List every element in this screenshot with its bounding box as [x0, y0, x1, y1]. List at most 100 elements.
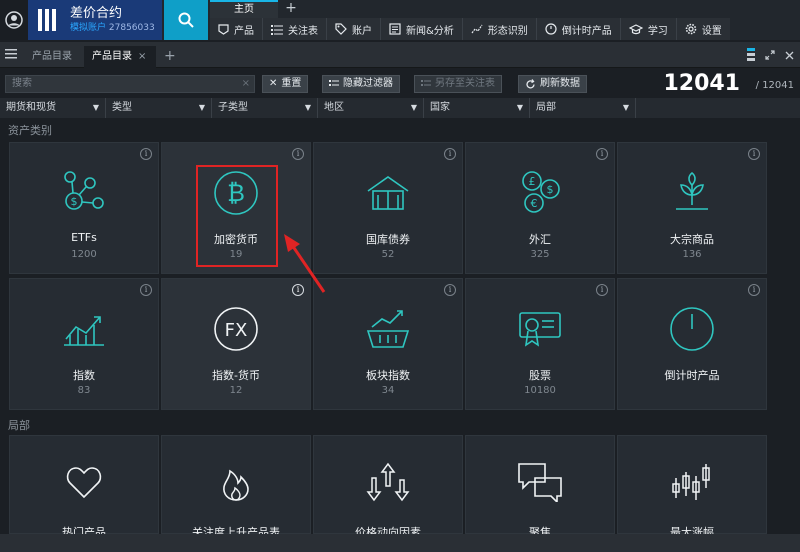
filter-list-icon: [329, 80, 339, 86]
reset-button[interactable]: ✕ 重置: [262, 75, 309, 93]
info-icon[interactable]: i: [292, 148, 304, 160]
app-title: 差价合约: [70, 6, 123, 21]
filter-subtype[interactable]: 子类型 ▼: [212, 98, 318, 118]
filter-country[interactable]: 国家 ▼: [424, 98, 530, 118]
info-icon[interactable]: i: [140, 148, 152, 160]
app-logo: 差价合约 模拟账户 27856033: [28, 0, 162, 40]
add-document-tab-button[interactable]: +: [164, 46, 176, 66]
document-tab-strip: 产品目录 产品目录 × +: [0, 42, 800, 68]
filter-bar: 搜索 × ✕ 重置 隐藏过滤器 另存至关注表 刷新数据 12041 / 12041: [0, 70, 800, 98]
card-sector-indices[interactable]: i 板块指数 34: [313, 278, 463, 410]
account-info: 模拟账户 27856033: [70, 23, 155, 33]
info-icon[interactable]: i: [596, 148, 608, 160]
info-icon[interactable]: i: [596, 284, 608, 296]
svg-text:€: €: [531, 197, 538, 210]
main-nav: 产品 关注表 账户 新闻&分析 形态识别 倒计时产品 学习 设置: [210, 18, 730, 40]
tab-product-catalog-2[interactable]: 产品目录 ×: [84, 46, 156, 68]
news-icon: [389, 23, 401, 35]
dropdown-icon: ▼: [198, 103, 205, 112]
app-window: 差价合约 模拟账户 27856033 主页 + 产品 关注表 账户 新闻&分析 …: [0, 0, 800, 552]
tab-product-catalog-1[interactable]: 产品目录: [24, 46, 82, 68]
graduation-icon: [628, 23, 643, 34]
clear-search-icon[interactable]: ×: [242, 76, 250, 92]
fx-icon: FX: [214, 307, 258, 351]
search-icon: [178, 12, 194, 28]
card-index-currency[interactable]: i FX 指数-货币 12: [161, 278, 311, 410]
watchlist-icon: [271, 24, 283, 35]
countdown-icon: [670, 307, 714, 351]
forex-icon: £ $ €: [522, 171, 560, 213]
refresh-icon: [526, 78, 535, 88]
nav-news-analysis[interactable]: 新闻&分析: [381, 18, 463, 40]
close-tab-icon[interactable]: ×: [138, 51, 146, 62]
section-asset-classes: 资产类别: [8, 124, 52, 137]
clock-icon: [545, 23, 557, 35]
user-account-button[interactable]: [0, 0, 28, 40]
sector-basket-icon: [366, 310, 410, 348]
card-countdown-products[interactable]: i 倒计时产品: [617, 278, 767, 410]
close-icon: ✕: [269, 78, 278, 89]
card-treasury-bonds[interactable]: i 国库债券 52: [313, 142, 463, 274]
info-icon[interactable]: i: [444, 148, 456, 160]
info-icon[interactable]: i: [748, 284, 760, 296]
hide-filters-button[interactable]: 隐藏过滤器: [322, 75, 400, 93]
card-popular-products[interactable]: 热门产品: [9, 435, 159, 539]
filter-region[interactable]: 地区 ▼: [318, 98, 424, 118]
heart-icon: [66, 467, 102, 499]
global-search-button[interactable]: [164, 0, 208, 40]
add-tab-button[interactable]: +: [278, 0, 304, 18]
svg-text:FX: FX: [225, 320, 248, 341]
svg-text:$: $: [547, 183, 554, 196]
hamburger-menu-icon[interactable]: [5, 49, 17, 59]
index-icon: [64, 316, 104, 346]
section-local: 局部: [8, 419, 30, 432]
card-indices[interactable]: i 指数 83: [9, 278, 159, 410]
nav-account[interactable]: 账户: [327, 18, 381, 40]
stock-certificate-icon: [519, 312, 561, 347]
card-forex[interactable]: i £ $ € 外汇 325: [465, 142, 615, 274]
tag-icon: [335, 23, 347, 35]
pattern-icon: [471, 24, 483, 34]
flame-icon: [223, 469, 249, 501]
card-price-movement-factors[interactable]: 价格动向因素: [313, 435, 463, 539]
product-icon: [218, 23, 229, 35]
card-etfs[interactable]: i $ ETFs 1200: [9, 142, 159, 274]
card-rising-attention[interactable]: 关注度上升产品表: [161, 435, 311, 539]
filter-type[interactable]: 类型 ▼: [106, 98, 212, 118]
card-stocks[interactable]: i 股票 10180: [465, 278, 615, 410]
card-focus[interactable]: 聚焦: [465, 435, 615, 539]
svg-text:$: $: [71, 195, 78, 208]
top-bar: 差价合约 模拟账户 27856033 主页 + 产品 关注表 账户 新闻&分析 …: [0, 0, 800, 40]
nav-watchlist[interactable]: 关注表: [263, 18, 327, 40]
treasury-icon: [367, 176, 409, 210]
annotation-arrow-icon: [284, 234, 326, 293]
vertical-split-icon[interactable]: [747, 48, 755, 62]
close-icon[interactable]: [785, 51, 794, 60]
info-icon[interactable]: i: [140, 284, 152, 296]
tab-home[interactable]: 主页: [210, 0, 278, 18]
card-biggest-gainers[interactable]: 最大涨幅: [617, 435, 767, 539]
card-commodities[interactable]: i 大宗商品 136: [617, 142, 767, 274]
highlight-box: [196, 165, 278, 267]
dropdown-icon: ▼: [304, 103, 311, 112]
search-input[interactable]: 搜索 ×: [5, 75, 255, 93]
chat-bubbles-icon: [518, 463, 562, 502]
nav-products[interactable]: 产品: [210, 18, 263, 40]
nav-learn[interactable]: 学习: [620, 18, 677, 40]
info-icon[interactable]: i: [444, 284, 456, 296]
watchlist-add-icon: [421, 80, 431, 86]
nav-pattern-recognition[interactable]: 形态识别: [462, 18, 537, 40]
refresh-data-button[interactable]: 刷新数据: [518, 75, 587, 93]
info-icon[interactable]: i: [748, 148, 760, 160]
nav-settings[interactable]: 设置: [676, 18, 730, 40]
logo-icon: [38, 9, 60, 31]
filtered-count: 12041: [663, 71, 740, 96]
dropdown-icon: ▼: [92, 103, 99, 112]
status-bar: [0, 534, 800, 552]
save-to-watchlist-button[interactable]: 另存至关注表: [414, 75, 502, 93]
expand-icon[interactable]: [765, 50, 775, 60]
nav-countdown-products[interactable]: 倒计时产品: [536, 18, 621, 40]
filter-local[interactable]: 局部 ▼: [530, 98, 636, 118]
total-count: / 12041: [755, 80, 794, 91]
filter-futures-spot[interactable]: 期货和现货 ▼: [0, 98, 106, 118]
